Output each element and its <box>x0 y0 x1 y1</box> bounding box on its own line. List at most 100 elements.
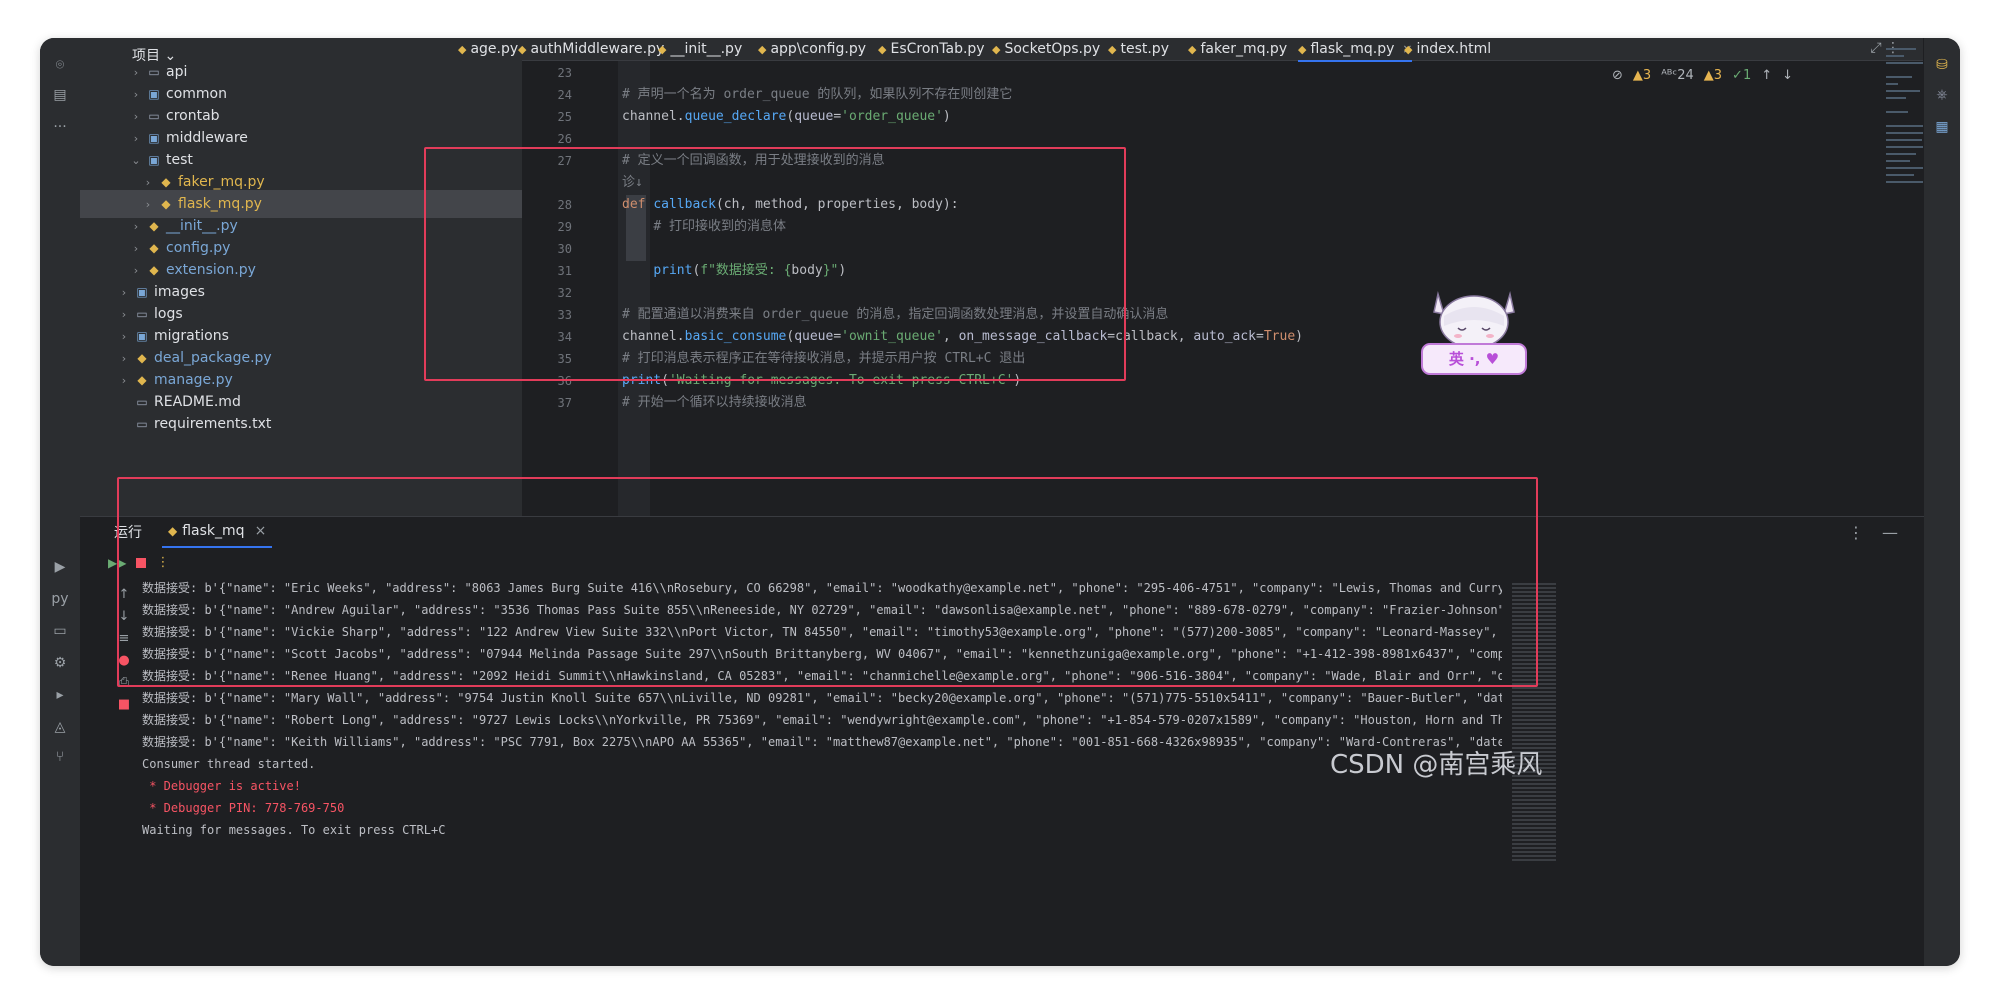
tree-item-label: common <box>166 86 227 102</box>
chevron-icon[interactable]: › <box>128 220 144 233</box>
folder-icon: ▣ <box>136 285 148 299</box>
more-tools-icon[interactable]: ··· <box>40 114 80 140</box>
file-icon: ◆ <box>1188 42 1197 56</box>
python-console-icon[interactable]: py <box>40 586 80 612</box>
editor-highlight-box <box>424 147 1126 381</box>
tree-item-label: flask_mq.py <box>178 196 262 212</box>
chevron-icon[interactable]: › <box>128 88 144 101</box>
editor-tab[interactable]: ◆ app\config.py <box>758 38 866 60</box>
minimap-line <box>1886 160 1910 162</box>
python-file-icon: ◆ <box>137 373 147 387</box>
file-icon: ◆ <box>458 42 467 56</box>
chevron-icon[interactable]: › <box>140 198 156 211</box>
chevron-icon[interactable]: › <box>116 352 132 365</box>
folder-icon: ▭ <box>136 307 148 321</box>
minimap-line <box>1886 90 1920 92</box>
editor-tab[interactable]: ◆ test.py <box>1108 38 1169 60</box>
tree-item-label: README.md <box>154 394 241 410</box>
tab-label: __init__.py <box>670 41 743 57</box>
sticker-text: 英 ·, ♥ <box>1448 350 1500 368</box>
tab-label: faker_mq.py <box>1200 41 1288 57</box>
chevron-icon[interactable]: › <box>128 264 144 277</box>
tree-item-label: faker_mq.py <box>178 174 265 190</box>
line-number: 23 <box>557 66 572 80</box>
console-line: 数据接受: b'{"name": "Keith Williams", "addr… <box>142 735 1502 749</box>
tree-item-label: api <box>166 64 188 80</box>
tab-label: authMiddleware.py <box>530 41 665 57</box>
minimize-icon[interactable]: — <box>1882 523 1898 542</box>
file-icon: ◆ <box>1298 42 1307 56</box>
console-highlight-box <box>117 477 1538 687</box>
editor-tab[interactable]: ◆ SocketOps.py <box>992 38 1100 60</box>
chevron-icon[interactable]: › <box>128 132 144 145</box>
tree-item-label: manage.py <box>154 372 233 388</box>
problems-icon[interactable]: ◬ <box>40 714 80 740</box>
chevron-icon[interactable]: › <box>116 308 132 321</box>
tree-item[interactable]: ▭ requirements.txt <box>80 410 550 438</box>
tree-item-label: logs <box>154 306 183 322</box>
tab-label: EsCronTab.py <box>890 41 985 57</box>
console-line: Consumer thread started. <box>142 757 316 771</box>
editor-tab[interactable]: ◆ authMiddleware.py <box>518 38 664 60</box>
folder-icon: ▣ <box>136 329 148 343</box>
ai-assistant-icon[interactable]: ⎈ <box>1924 82 1960 108</box>
structure-icon[interactable]: ▤ <box>40 82 80 108</box>
editor-tab[interactable]: ◆ age.py <box>458 38 518 60</box>
tree-item-label: requirements.txt <box>154 416 272 432</box>
terminal-icon[interactable]: ▸ <box>40 682 80 708</box>
trash-icon[interactable]: ■ <box>116 697 132 713</box>
folder-icon: ▣ <box>148 87 160 101</box>
commit-icon[interactable]: ⌾ <box>40 52 80 78</box>
chevron-icon[interactable]: › <box>116 374 132 387</box>
folder-icon: ▣ <box>148 131 160 145</box>
todo-icon[interactable]: ▭ <box>40 618 80 644</box>
minimap-line <box>1886 139 1922 141</box>
code-line: channel.queue_declare(queue='order_queue… <box>622 109 951 124</box>
database-icon[interactable]: ⛁ <box>1924 52 1960 78</box>
right-tool-strip: ⛁ ⎈ ▦ <box>1923 38 1960 966</box>
minimap-line <box>1886 83 1898 85</box>
tree-item-label: crontab <box>166 108 220 124</box>
run-side-toolbar: ↑ ↓ ≡ ● ⎙ ■ <box>80 551 130 951</box>
services-icon[interactable]: ⚙ <box>40 650 80 676</box>
line-number: 24 <box>557 88 572 102</box>
vcs-icon[interactable]: ⑂ <box>40 744 80 770</box>
chevron-icon[interactable]: › <box>128 66 144 79</box>
grid-icon[interactable]: ▦ <box>1924 114 1960 140</box>
editor-tab[interactable]: ◆ EsCronTab.py <box>878 38 985 60</box>
folder-icon: ▭ <box>136 395 148 409</box>
editor-tab[interactable]: ◆ __init__.py <box>658 38 742 60</box>
code-line: # 开始一个循环以持续接收消息 <box>622 395 807 410</box>
tab-label: SocketOps.py <box>1004 41 1101 57</box>
line-number: 25 <box>557 110 572 124</box>
python-file-icon: ◆ <box>161 197 171 211</box>
minimap-line <box>1886 111 1908 113</box>
chevron-icon[interactable]: › <box>116 330 132 343</box>
tree-item-label: extension.py <box>166 262 256 278</box>
tree-item-label: images <box>154 284 205 300</box>
run-tool-icon[interactable]: ▶ <box>40 554 80 580</box>
chevron-icon[interactable]: › <box>128 110 144 123</box>
minimap-line <box>1886 76 1912 78</box>
chevron-icon[interactable]: › <box>128 242 144 255</box>
code-line: # 声明一个名为 order_queue 的队列，如果队列不存在则创建它 <box>622 87 1013 102</box>
file-icon: ◆ <box>1404 42 1413 56</box>
folder-icon: ▣ <box>148 153 160 167</box>
python-file-icon: ◆ <box>161 175 171 189</box>
editor-tab[interactable]: ◆ faker_mq.py <box>1188 38 1287 60</box>
editor-tab[interactable]: ◆ index.html <box>1404 38 1491 60</box>
tab-label: age.py <box>470 41 519 57</box>
chevron-icon[interactable]: › <box>116 286 132 299</box>
tree-item-label: test <box>166 152 193 168</box>
minimap-line <box>1886 48 1916 50</box>
chevron-icon[interactable]: ⌄ <box>128 154 144 167</box>
tab-label: app\config.py <box>770 41 867 57</box>
chevron-icon[interactable]: › <box>140 176 156 189</box>
editor-tab[interactable]: ◆ flask_mq.py × <box>1298 38 1413 62</box>
folder-icon: ▭ <box>136 417 148 431</box>
minimap-line <box>1886 146 1926 148</box>
run-panel-more-icon[interactable]: ⋮ <box>1848 523 1864 542</box>
python-file-icon: ◆ <box>149 219 159 233</box>
file-icon: ◆ <box>992 42 1001 56</box>
file-icon: ◆ <box>658 42 667 56</box>
